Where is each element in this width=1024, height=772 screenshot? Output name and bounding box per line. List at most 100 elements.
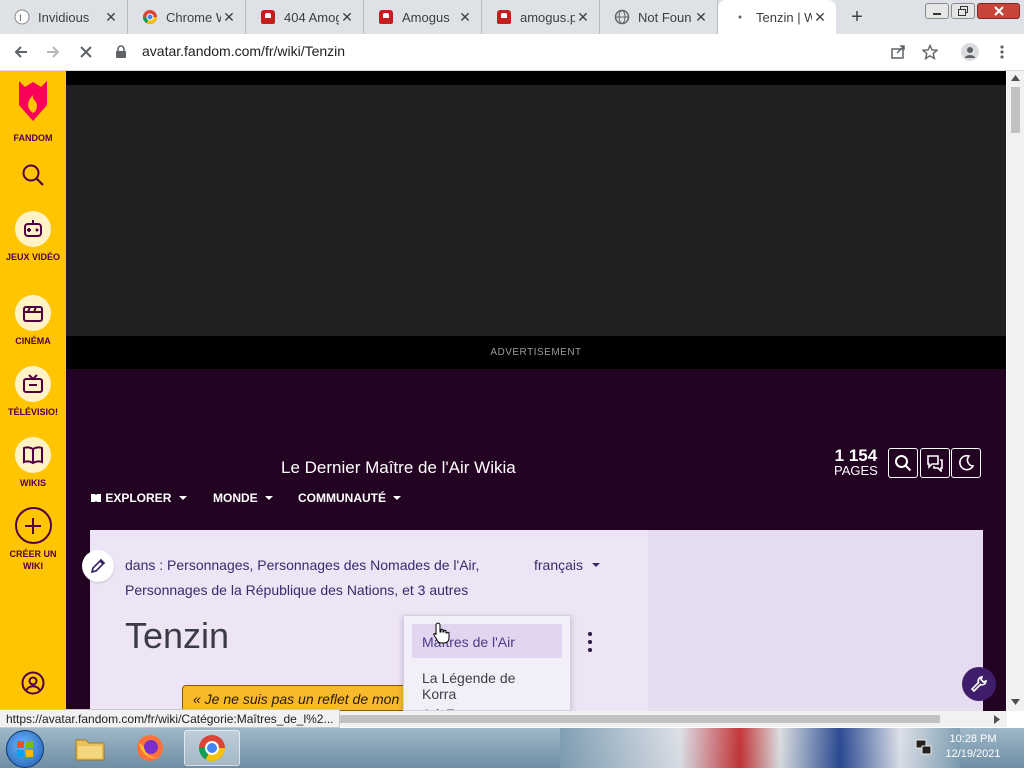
taskbar-firefox[interactable] [122,730,178,766]
moon-icon [959,454,975,471]
language-label: français [534,557,584,573]
rail-item-cinema[interactable]: CINÉMA [0,295,66,347]
address-bar[interactable]: avatar.fandom.com/fr/wiki/Tenzin [142,43,345,59]
fandom-logo[interactable]: FANDOM [0,79,66,144]
tab-title: 404 Amog [284,9,339,25]
clapperboard-icon [15,295,51,331]
user-account-button[interactable] [0,671,66,700]
advertisement-slot [66,85,1006,336]
tab-tenzin[interactable]: Tenzin | W ✕ [718,0,836,34]
tab-strip: I Invidious ✕ Chrome W ✕ 404 Amog ✕ Amog… [0,0,1024,34]
bookmark-star-icon[interactable] [918,40,942,64]
rail-item-wikis[interactable]: WIKIS [0,437,66,489]
search-icon [895,455,912,472]
profile-icon[interactable] [958,40,982,64]
wiki-search-button[interactable] [888,448,918,478]
tab-title: amogus.p [520,9,575,25]
close-tab-icon[interactable]: ✕ [693,9,709,26]
close-tab-icon[interactable]: ✕ [221,9,237,26]
tab-title: Chrome W [166,9,221,25]
forward-icon[interactable] [41,40,65,64]
nav-monde[interactable]: MONDE [213,491,274,505]
nav-label: COMMUNAUTÉ [298,491,386,505]
stop-loading-icon[interactable] [74,40,98,64]
page-count-value: 1 154 [834,446,878,465]
rail-item-create-wiki[interactable]: CRÉER UN WIKI [0,507,66,572]
close-tab-icon[interactable]: ✕ [575,9,591,26]
tab-chrome-web[interactable]: Chrome W ✕ [128,0,246,34]
edit-button[interactable] [82,550,114,582]
scroll-up-icon[interactable] [1011,75,1020,81]
chrome-icon [198,735,226,762]
taskbar-file-explorer[interactable] [62,730,118,766]
tab-404-amogus[interactable]: 404 Amog ✕ [246,0,364,34]
dropdown-item-legende-de-korra[interactable]: La Légende de Korra [412,660,562,702]
close-tab-icon[interactable]: ✕ [457,9,473,26]
new-tab-button[interactable]: + [846,6,868,28]
nav-communaute[interactable]: COMMUNAUTÉ [298,491,402,505]
nav-explorer[interactable]: EXPLORER [90,491,188,505]
wiki-title[interactable]: Le Dernier Maître de l'Air Wikia [281,458,516,478]
tab-not-found[interactable]: Not Foun ✕ [600,0,718,34]
clock-date: 12/19/2021 [945,748,1001,760]
lock-icon[interactable] [113,40,129,64]
hand-cursor-icon [433,622,450,644]
categories-dropdown: Maîtres de l'Air La Légende de Korra A à… [403,615,571,711]
language-selector[interactable]: français [534,557,601,573]
theme-toggle-button[interactable] [951,448,981,478]
tab-amogus-p[interactable]: amogus.p ✕ [482,0,600,34]
scrollbar-thumb[interactable] [1011,87,1020,133]
vertical-scrollbar[interactable] [1007,71,1024,711]
minimize-button[interactable] [925,3,949,19]
close-window-button[interactable] [977,3,1020,19]
restore-button[interactable] [951,3,975,19]
page-count-label: PAGES [834,463,878,478]
amogus-icon [378,9,394,25]
network-icon[interactable] [914,738,932,756]
scroll-right-icon[interactable] [994,715,1000,724]
system-clock[interactable]: 10:28 PM 12/19/2021 [940,732,1006,762]
tools-button[interactable] [962,667,996,701]
folder-icon [75,739,105,761]
taskbar: 10:28 PM 12/19/2021 [0,728,1024,768]
globe-icon [614,9,630,25]
nav-label: MONDE [213,491,258,505]
wrench-icon [970,676,987,693]
rail-item-label: CRÉER UN WIKI [9,549,57,571]
desktop-wallpaper-peek [560,728,960,768]
close-tab-icon[interactable]: ✕ [339,9,355,26]
start-button[interactable] [6,730,44,768]
page-counter: 1 154 PAGES [834,446,878,478]
more-actions-button[interactable] [584,630,596,654]
share-icon[interactable] [886,40,910,64]
taskbar-chrome[interactable] [184,730,240,766]
scrollbar-thumb[interactable] [340,715,940,723]
amogus-icon [260,9,276,25]
tab-amogus[interactable]: Amogus ✕ [364,0,482,34]
search-icon [22,164,44,186]
rail-item-games[interactable]: JEUX VIDÉO [0,211,66,263]
rail-item-tv[interactable]: TÉLÉVISIO! [0,366,66,418]
book-icon [15,437,51,473]
chevron-down-icon [265,496,274,500]
pencil-icon [90,558,106,574]
chrome-icon [142,9,158,25]
tab-invidious[interactable]: I Invidious ✕ [0,0,128,34]
menu-icon[interactable] [990,40,1014,64]
discussions-button[interactable] [920,448,950,478]
back-icon[interactable] [9,40,33,64]
close-tab-icon[interactable]: ✕ [812,9,828,26]
close-tab-icon[interactable]: ✕ [103,9,119,26]
quote-box: « Je ne suis pas un reflet de mon [182,685,412,711]
tv-icon [15,366,51,402]
categories-line-1[interactable]: dans : Personnages, Personnages des Noma… [125,557,479,573]
categories-line-2[interactable]: Personnages de la République des Nations… [125,582,468,598]
search-button[interactable] [0,163,66,192]
scroll-down-icon[interactable] [1011,699,1020,705]
status-bubble: https://avatar.fandom.com/fr/wiki/Catégo… [0,709,341,728]
firefox-icon [137,735,163,761]
invidious-icon: I [14,9,30,25]
dropdown-item-a-a-z[interactable]: A à Z [412,696,562,710]
kebab-dot [588,632,592,636]
chevron-down-icon [178,496,187,500]
